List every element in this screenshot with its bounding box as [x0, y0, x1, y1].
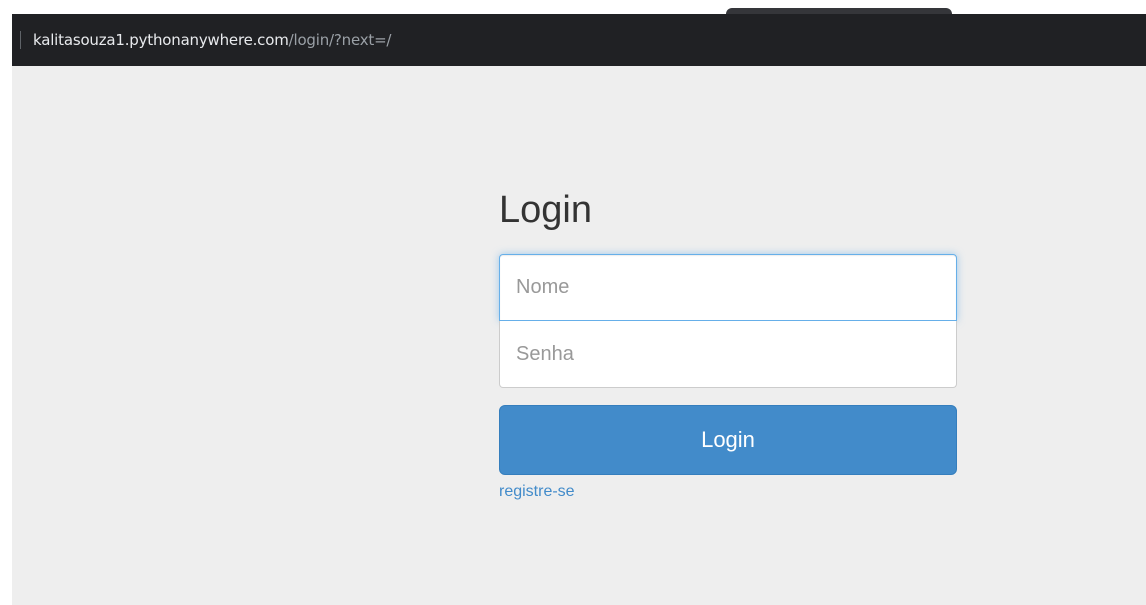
- page-title: Login: [499, 189, 592, 231]
- address-url[interactable]: kalitasouza1.pythonanywhere.com/login/?n…: [33, 31, 391, 49]
- url-path: /login/?next=/: [288, 31, 392, 49]
- address-bar-separator: [20, 31, 21, 49]
- password-input[interactable]: [499, 321, 957, 388]
- url-host: kalitasouza1.pythonanywhere.com: [33, 31, 289, 49]
- address-bar[interactable]: kalitasouza1.pythonanywhere.com/login/?n…: [12, 14, 1146, 66]
- browser-top-strip: [0, 0, 1146, 14]
- page-content: Login Login registre-se: [12, 66, 1146, 605]
- login-button[interactable]: Login: [499, 405, 957, 475]
- username-input[interactable]: [499, 254, 957, 321]
- register-link[interactable]: registre-se: [499, 483, 575, 501]
